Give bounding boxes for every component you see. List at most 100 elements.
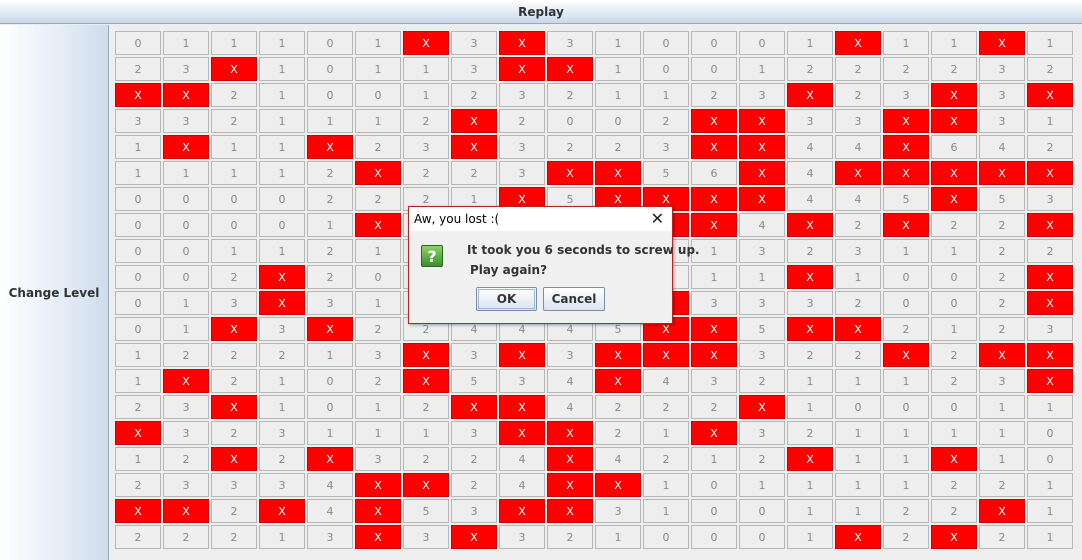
mine-cell[interactable]: X [787,265,833,289]
number-cell[interactable]: 2 [883,525,929,549]
number-cell[interactable]: 3 [835,239,881,263]
number-cell[interactable]: 1 [787,395,833,419]
number-cell[interactable]: 2 [451,447,497,471]
number-cell[interactable]: 3 [259,421,305,445]
number-cell[interactable]: 2 [163,343,209,367]
number-cell[interactable]: 0 [643,31,689,55]
number-cell[interactable]: 1 [355,239,401,263]
number-cell[interactable]: 0 [115,213,161,237]
number-cell[interactable]: 3 [451,421,497,445]
number-cell[interactable]: 3 [259,317,305,341]
number-cell[interactable]: 0 [883,265,929,289]
number-cell[interactable]: 2 [115,395,161,419]
number-cell[interactable]: 2 [1027,239,1073,263]
number-cell[interactable]: 2 [643,447,689,471]
number-cell[interactable]: 2 [259,343,305,367]
number-cell[interactable]: 0 [211,187,257,211]
mine-cell[interactable]: X [499,31,545,55]
number-cell[interactable]: 0 [163,239,209,263]
number-cell[interactable]: 3 [883,83,929,107]
number-cell[interactable]: 0 [883,395,929,419]
number-cell[interactable]: 3 [259,473,305,497]
number-cell[interactable]: 2 [211,369,257,393]
number-cell[interactable]: 2 [115,57,161,81]
number-cell[interactable]: 3 [163,473,209,497]
number-cell[interactable]: 1 [115,447,161,471]
number-cell[interactable]: 2 [211,343,257,367]
number-cell[interactable]: 2 [643,395,689,419]
mine-cell[interactable]: X [403,473,449,497]
number-cell[interactable]: 1 [163,31,209,55]
number-cell[interactable]: 1 [259,525,305,549]
number-cell[interactable]: 4 [547,395,593,419]
number-cell[interactable]: 1 [307,213,353,237]
cancel-button[interactable]: Cancel [543,287,605,311]
mine-cell[interactable]: X [547,57,593,81]
number-cell[interactable]: 1 [163,291,209,315]
number-cell[interactable]: 3 [355,447,401,471]
number-cell[interactable]: 3 [979,369,1025,393]
number-cell[interactable]: 0 [691,473,737,497]
number-cell[interactable]: 2 [451,83,497,107]
number-cell[interactable]: 0 [355,83,401,107]
mine-cell[interactable]: X [403,343,449,367]
number-cell[interactable]: 3 [739,343,785,367]
mine-cell[interactable]: X [547,421,593,445]
number-cell[interactable]: 3 [787,109,833,133]
number-cell[interactable]: 3 [499,135,545,159]
mine-cell[interactable]: X [691,421,737,445]
mine-cell[interactable]: X [547,447,593,471]
number-cell[interactable]: 3 [499,83,545,107]
number-cell[interactable]: 4 [307,499,353,523]
number-cell[interactable]: 1 [163,161,209,185]
mine-cell[interactable]: X [259,265,305,289]
number-cell[interactable]: 1 [835,369,881,393]
number-cell[interactable]: 3 [211,291,257,315]
number-cell[interactable]: 2 [931,473,977,497]
number-cell[interactable]: 2 [355,187,401,211]
number-cell[interactable]: 3 [163,109,209,133]
mine-cell[interactable]: X [115,83,161,107]
number-cell[interactable]: 2 [595,395,641,419]
mine-cell[interactable]: X [691,135,737,159]
mine-cell[interactable]: X [451,109,497,133]
number-cell[interactable]: 1 [787,473,833,497]
number-cell[interactable]: 3 [691,291,737,315]
number-cell[interactable]: 0 [163,187,209,211]
number-cell[interactable]: 1 [883,31,929,55]
mine-cell[interactable]: X [883,213,929,237]
number-cell[interactable]: 3 [1027,187,1073,211]
number-cell[interactable]: 2 [211,499,257,523]
mine-cell[interactable]: X [259,499,305,523]
mine-cell[interactable]: X [1027,213,1073,237]
number-cell[interactable]: 1 [307,421,353,445]
number-cell[interactable]: 2 [403,447,449,471]
number-cell[interactable]: 2 [979,317,1025,341]
mine-cell[interactable]: X [451,395,497,419]
number-cell[interactable]: 1 [259,31,305,55]
number-cell[interactable]: 3 [691,369,737,393]
number-cell[interactable]: 4 [595,447,641,471]
mine-cell[interactable]: X [979,161,1025,185]
mine-cell[interactable]: X [787,213,833,237]
number-cell[interactable]: 2 [835,83,881,107]
number-cell[interactable]: 1 [115,135,161,159]
number-cell[interactable]: 1 [883,447,929,471]
number-cell[interactable]: 4 [739,213,785,237]
number-cell[interactable]: 2 [307,239,353,263]
mine-cell[interactable]: X [931,525,977,549]
mine-cell[interactable]: X [499,57,545,81]
number-cell[interactable]: 2 [595,421,641,445]
number-cell[interactable]: 0 [691,57,737,81]
mine-cell[interactable]: X [691,343,737,367]
number-cell[interactable]: 0 [115,187,161,211]
number-cell[interactable]: 0 [259,187,305,211]
number-cell[interactable]: 0 [643,57,689,81]
mine-cell[interactable]: X [931,109,977,133]
mine-cell[interactable]: X [307,317,353,341]
number-cell[interactable]: 2 [403,395,449,419]
number-cell[interactable]: 1 [1027,31,1073,55]
number-cell[interactable]: 3 [979,83,1025,107]
number-cell[interactable]: 5 [739,317,785,341]
mine-cell[interactable]: X [739,161,785,185]
